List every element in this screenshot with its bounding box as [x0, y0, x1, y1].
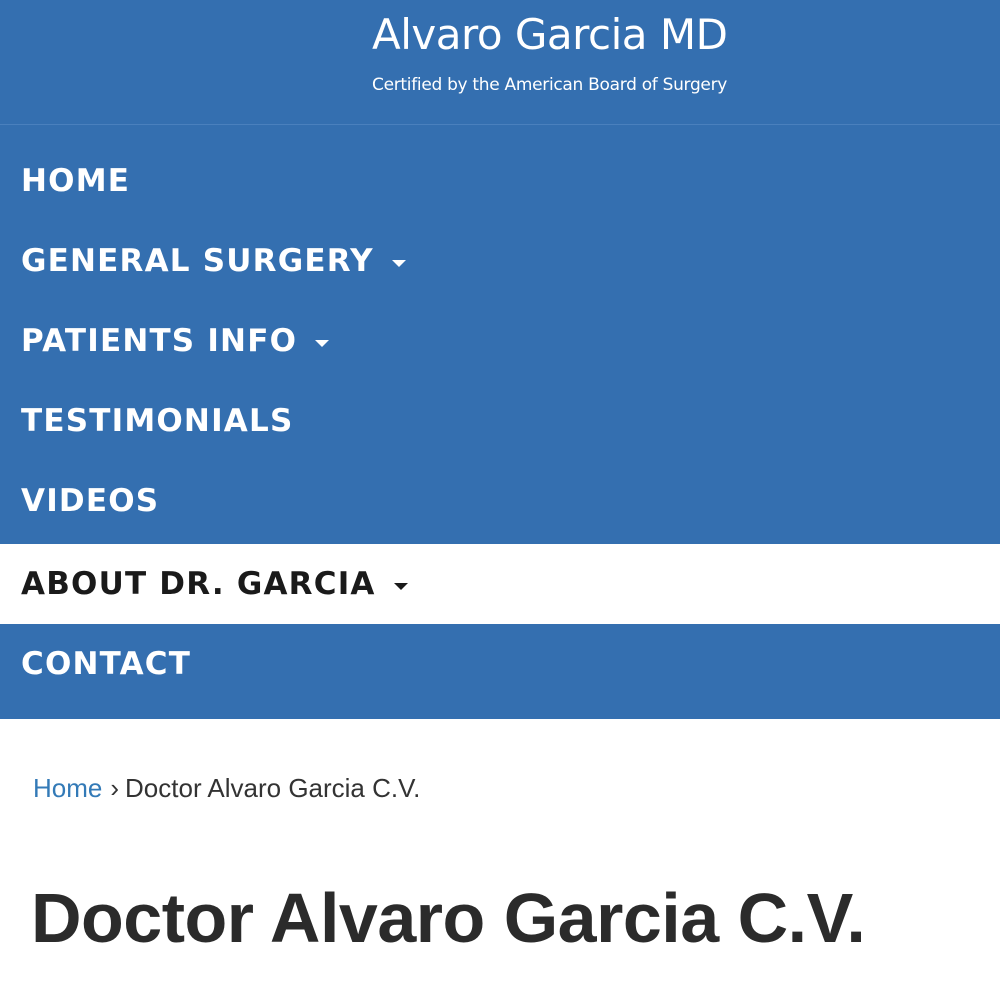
main-nav: HOME GENERAL SURGERY PATIENTS INFO TESTI… — [0, 125, 1000, 719]
nav-item-about-dr-garcia[interactable]: ABOUT DR. GARCIA — [0, 544, 1000, 624]
breadcrumb-separator: › — [110, 773, 120, 803]
nav-item-label: VIDEOS — [21, 483, 160, 519]
nav-item-label: HOME — [21, 163, 131, 199]
nav-item-label: PATIENTS INFO — [21, 323, 298, 359]
caret-down-icon — [393, 582, 408, 590]
nav-item-label: GENERAL SURGERY — [21, 243, 374, 279]
site-tagline: Certified by the American Board of Surge… — [372, 75, 728, 95]
nav-item-patients-info[interactable]: PATIENTS INFO — [0, 301, 1000, 381]
site-title[interactable]: Alvaro Garcia MD — [372, 10, 728, 59]
breadcrumb-home-link[interactable]: Home — [33, 773, 102, 803]
site-header: Alvaro Garcia MD Certified by the Americ… — [0, 0, 1000, 125]
caret-down-icon — [315, 339, 330, 347]
nav-item-general-surgery[interactable]: GENERAL SURGERY — [0, 221, 1000, 301]
nav-item-home[interactable]: HOME — [0, 141, 1000, 221]
page-title: Doctor Alvaro Garcia C.V. — [31, 879, 866, 957]
nav-item-testimonials[interactable]: TESTIMONIALS — [0, 381, 1000, 461]
breadcrumb-current: Doctor Alvaro Garcia C.V. — [125, 773, 421, 803]
nav-item-videos[interactable]: VIDEOS — [0, 461, 1000, 541]
nav-item-label: TESTIMONIALS — [21, 403, 294, 439]
caret-down-icon — [391, 259, 406, 267]
nav-item-contact[interactable]: CONTACT — [0, 624, 1000, 704]
breadcrumb: Home › Doctor Alvaro Garcia C.V. — [33, 773, 420, 804]
nav-item-label: ABOUT DR. GARCIA — [21, 566, 376, 602]
nav-item-label: CONTACT — [21, 646, 192, 682]
